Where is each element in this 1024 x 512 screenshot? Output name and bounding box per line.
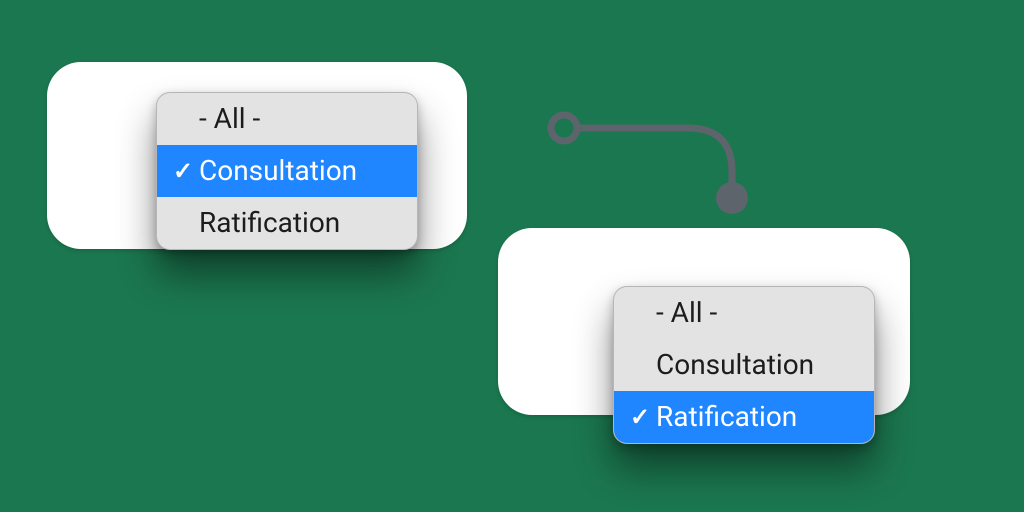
option-label: Consultation: [197, 157, 357, 185]
dropdown-option-all[interactable]: - All -: [614, 287, 874, 339]
dropdown-option-ratification[interactable]: ✓ Ratification: [614, 391, 874, 443]
stage: - All - ✓ Consultation Ratification - Al…: [0, 0, 1024, 512]
dropdown-option-all[interactable]: - All -: [157, 93, 417, 145]
dropdown-ratification[interactable]: - All - Consultation ✓ Ratification: [613, 286, 875, 444]
dropdown-option-consultation[interactable]: Consultation: [614, 339, 874, 391]
option-label: Ratification: [654, 403, 797, 431]
check-icon: ✓: [626, 405, 654, 429]
connector-start-node: [551, 115, 577, 141]
check-icon: ✓: [169, 159, 197, 183]
option-label: - All -: [654, 299, 717, 327]
option-label: Consultation: [654, 351, 814, 379]
dropdown-consultation[interactable]: - All - ✓ Consultation Ratification: [156, 92, 418, 250]
dropdown-option-ratification[interactable]: Ratification: [157, 197, 417, 249]
option-label: - All -: [197, 105, 260, 133]
dropdown-option-consultation[interactable]: ✓ Consultation: [157, 145, 417, 197]
option-label: Ratification: [197, 209, 340, 237]
connector-end-node: [716, 182, 748, 214]
